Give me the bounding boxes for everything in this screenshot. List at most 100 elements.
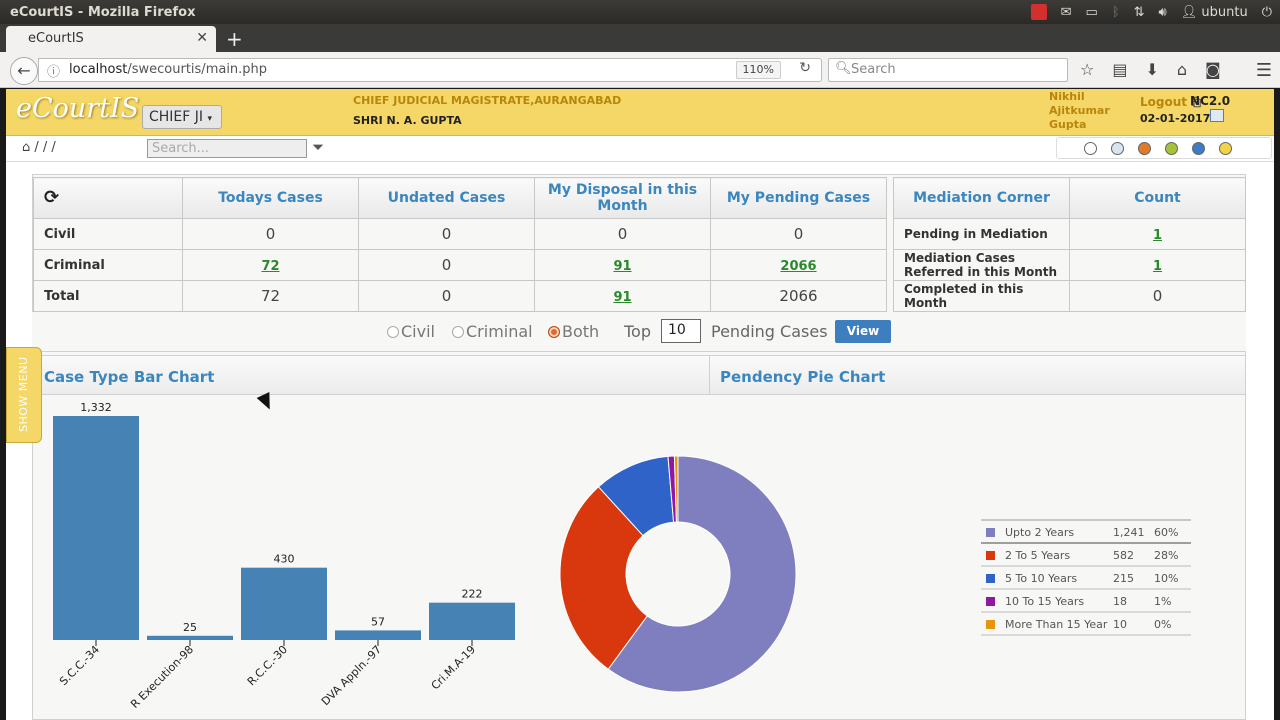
- stat-cell: 2066: [710, 249, 887, 281]
- bar-value-label: 1,332: [80, 401, 112, 414]
- court-select-value: CHIEF JI: [149, 109, 204, 125]
- tray-user[interactable]: 👤︎ ubuntu: [1181, 5, 1248, 20]
- url-host: localhost: [69, 62, 128, 77]
- bar[interactable]: [335, 630, 421, 640]
- bar-category-label: R.C.C.-30: [245, 643, 290, 688]
- back-button[interactable]: ←: [10, 57, 38, 85]
- legend-swatch: [986, 597, 995, 606]
- stat-link[interactable]: 91: [613, 259, 631, 274]
- bluetooth-icon[interactable]: ᛒ: [1112, 5, 1120, 20]
- theme-color-0[interactable]: [1084, 141, 1097, 155]
- theme-color-4[interactable]: [1192, 141, 1205, 155]
- legend-swatch: [986, 551, 995, 560]
- bar[interactable]: [53, 416, 139, 640]
- row-label: Pending in Mediation: [893, 218, 1070, 250]
- show-menu-tab[interactable]: SHOW MENU: [6, 347, 42, 443]
- hamburger-menu-icon[interactable]: ☰: [1256, 60, 1272, 81]
- power-icon[interactable]: ⏻: [1262, 5, 1272, 20]
- bookmark-star-icon[interactable]: ☆: [1080, 60, 1094, 79]
- reload-icon[interactable]: ↻: [799, 60, 811, 76]
- theme-color-5[interactable]: [1219, 141, 1232, 155]
- legend-value: 10: [1113, 618, 1127, 631]
- radio-button[interactable]: [548, 325, 560, 338]
- stat-cell: 91: [534, 249, 711, 281]
- pie-legend: Upto 2 Years 1,241 60% 2 To 5 Years 582 28% 5 …: [981, 519, 1191, 636]
- stat-cell: 72: [182, 280, 359, 312]
- pie-chart-title: Pendency Pie Chart: [709, 355, 1246, 395]
- bar[interactable]: [429, 602, 515, 640]
- refresh-icon[interactable]: ⟳: [44, 187, 59, 208]
- filter-icon[interactable]: ⏷: [312, 138, 324, 156]
- refresh-cell: ⟳: [33, 177, 183, 219]
- table-row: Pending in Mediation 1: [893, 218, 1246, 250]
- case-stats-table: ⟳ Todays Cases Undated Cases My Disposal…: [33, 177, 887, 312]
- count-cell: 0: [1069, 280, 1246, 312]
- theme-color-2[interactable]: [1138, 141, 1151, 155]
- app-logo: eCourtIS: [16, 93, 140, 124]
- view-button[interactable]: View: [835, 320, 891, 343]
- charts-svg: 1,332 S.C.C.-34 25 R Execution-98 430 R.C.C.-…: [53, 401, 1191, 711]
- bar[interactable]: [147, 635, 233, 640]
- system-tray: ✉ ▭ ᛒ ⇅ 🔊︎ 👤︎ ubuntu ⏻: [1030, 0, 1272, 24]
- main-area: ⟳ Todays Cases Undated Cases My Disposal…: [6, 162, 1274, 720]
- mail-icon[interactable]: ✉: [1061, 5, 1072, 20]
- close-tab-icon[interactable]: ✕: [196, 30, 208, 46]
- radio-criminal[interactable]: Criminal: [452, 322, 533, 341]
- reading-list-icon[interactable]: ▤: [1112, 60, 1127, 79]
- network-icon[interactable]: ⇅: [1134, 5, 1145, 20]
- count-link[interactable]: 1: [1153, 228, 1162, 243]
- radio-button[interactable]: [452, 325, 464, 338]
- bar-chart: 1,332 S.C.C.-34 25 R Execution-98 430 R.C.C.-…: [53, 401, 515, 711]
- legend-swatch: [986, 620, 995, 629]
- info-icon[interactable]: ⓘ: [47, 61, 60, 80]
- volume-icon[interactable]: 🔊︎: [1159, 5, 1167, 20]
- pie-chart: [559, 455, 797, 693]
- bar-chart-title: Case Type Bar Chart: [33, 355, 710, 395]
- pocket-icon[interactable]: ◙: [1205, 60, 1221, 79]
- bar-value-label: 222: [462, 588, 483, 601]
- app-search-input[interactable]: Search...: [147, 139, 307, 158]
- bar[interactable]: [241, 567, 327, 640]
- zoom-badge[interactable]: 110%: [735, 61, 781, 79]
- stat-cell: 0: [710, 218, 887, 250]
- nav-icons: ☆ ▤ ⬇ ⌂ ◙: [1080, 60, 1221, 79]
- url-bar[interactable]: ⓘ localhost/swecourtis/main.php 110% ↻: [38, 58, 822, 82]
- stat-link[interactable]: 2066: [780, 259, 816, 274]
- calendar-icon[interactable]: [1210, 109, 1224, 122]
- court-select[interactable]: CHIEF JI ▾: [142, 105, 222, 129]
- radio-button[interactable]: [387, 325, 399, 338]
- breadcrumb-trail: / / /: [34, 140, 56, 155]
- stat-link[interactable]: 72: [261, 259, 279, 274]
- home-icon[interactable]: ⌂: [22, 140, 30, 155]
- app-header: eCourtIS CHIEF JI ▾ CHIEF JUDICIAL MAGIS…: [6, 89, 1274, 136]
- table-row: Civil 0 0 0 0: [33, 218, 887, 250]
- header-todays-cases: Todays Cases: [182, 177, 359, 219]
- indicator-icon[interactable]: [1030, 4, 1047, 20]
- table-row: Criminal 72 0 91 2066: [33, 249, 887, 281]
- tray-user-name: ubuntu: [1201, 4, 1248, 20]
- legend-swatch: [986, 528, 995, 537]
- legend-label: 5 To 10 Years: [1005, 572, 1077, 585]
- legend-label: Upto 2 Years: [1005, 526, 1074, 539]
- radio-civil[interactable]: Civil: [387, 322, 435, 341]
- radio-both[interactable]: Both: [548, 322, 599, 341]
- stat-link[interactable]: 91: [613, 290, 631, 305]
- browser-tab[interactable]: eCourtIS ✕: [6, 26, 216, 52]
- bar-value-label: 25: [183, 621, 197, 634]
- battery-icon[interactable]: ▭: [1086, 5, 1098, 20]
- count-cell: 1: [1069, 249, 1246, 281]
- new-tab-icon[interactable]: +: [226, 27, 243, 51]
- header-undated-cases: Undated Cases: [358, 177, 535, 219]
- theme-color-3[interactable]: [1165, 141, 1178, 155]
- home-icon[interactable]: ⌂: [1177, 60, 1187, 79]
- download-icon[interactable]: ⬇: [1145, 60, 1158, 79]
- top-count-input[interactable]: 10: [661, 319, 701, 343]
- bar-value-label: 57: [371, 615, 385, 628]
- browser-search-input[interactable]: 🔍︎ Search: [828, 58, 1068, 82]
- count-link[interactable]: 1: [1153, 259, 1162, 274]
- version-code: NC2.0: [1190, 94, 1231, 108]
- radio-label: Criminal: [466, 322, 533, 341]
- current-date: 02-01-2017: [1140, 112, 1211, 125]
- table-row: Completed in this Month 0: [893, 280, 1246, 312]
- theme-color-1[interactable]: [1111, 141, 1124, 155]
